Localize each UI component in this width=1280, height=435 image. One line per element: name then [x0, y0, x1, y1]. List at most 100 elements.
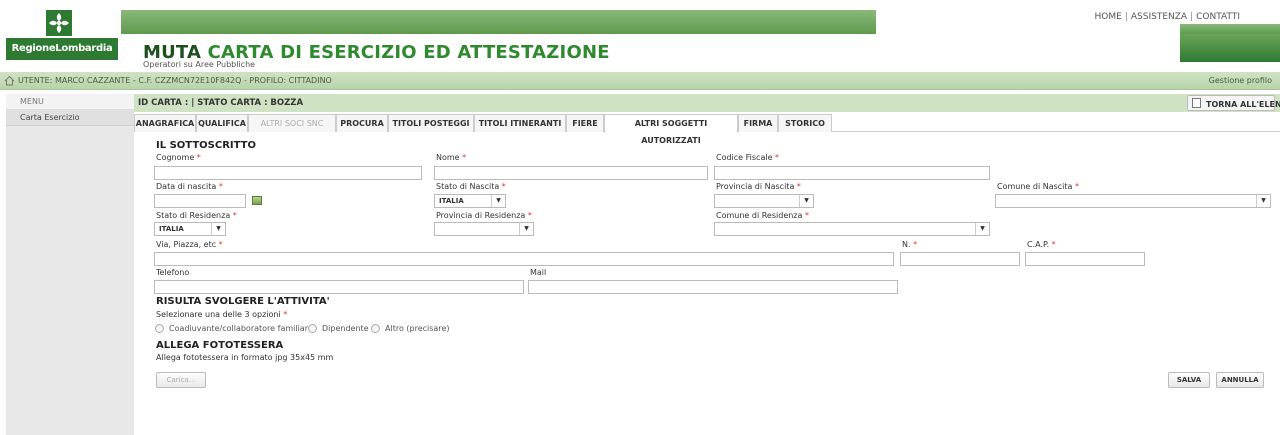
fototessera-hint: Allega fototessera in formato jpg 35x45 …: [156, 353, 334, 362]
radio-altro-label: Altro (precisare): [385, 324, 450, 333]
nome-input[interactable]: [434, 166, 708, 180]
telefono-label: Telefono: [156, 268, 190, 277]
cognome-label: Cognome *: [156, 153, 201, 162]
tab-anagrafica[interactable]: ANAGRAFICA: [134, 114, 196, 132]
tab-titoli-posteggi[interactable]: TITOLI POSTEGGI: [388, 114, 474, 132]
nome-label: Nome *: [436, 153, 466, 162]
save-button[interactable]: SALVA: [1168, 372, 1210, 388]
comune-nascita-label-text: Comune di Nascita: [997, 182, 1073, 191]
telefono-input[interactable]: [154, 280, 524, 294]
data-nascita-label-text: Data di nascita: [156, 182, 217, 191]
back-to-list-label: TORNA ALL'ELENCO: [1206, 100, 1280, 109]
upload-button[interactable]: Carica...: [156, 372, 206, 388]
tab-titoli-itineranti[interactable]: TITOLI ITINERANTI: [474, 114, 566, 132]
provincia-nascita-select[interactable]: ▼: [714, 194, 814, 208]
required-mark: *: [218, 182, 223, 191]
numero-label-text: N.: [902, 240, 911, 249]
numero-label: N. *: [902, 240, 917, 249]
radio-dipendente[interactable]: [308, 324, 317, 333]
radio-dipendente-label: Dipendente: [322, 324, 369, 333]
options-hint-text: Selezionare una delle 3 opzioni: [156, 310, 281, 319]
tab-procura[interactable]: PROCURA: [336, 114, 388, 132]
cap-label-text: C.A.P.: [1027, 240, 1050, 249]
tab-qualifica[interactable]: QUALIFICA: [196, 114, 248, 132]
cap-label: C.A.P. *: [1027, 240, 1056, 249]
provincia-residenza-label-text: Provincia di Residenza: [436, 211, 526, 220]
page-subtitle: Operatori su Aree Pubbliche: [143, 60, 256, 69]
nome-label-text: Nome: [436, 153, 460, 162]
required-mark: *: [501, 182, 506, 191]
required-mark: *: [796, 182, 801, 191]
user-info: UTENTE: MARCO CAZZANTE - C.F. CZZMCN72E1…: [18, 76, 332, 85]
sidebar-item-carta-esercizio[interactable]: Carta Esercizio: [6, 110, 134, 126]
data-nascita-label: Data di nascita *: [156, 182, 223, 191]
required-mark: *: [913, 240, 918, 249]
header-decor-bar: [121, 10, 876, 34]
tab-altri-soggetti-autorizzati[interactable]: ALTRI SOGGETTI AUTORIZZATI: [604, 114, 738, 145]
cancel-button[interactable]: ANNULLA: [1216, 372, 1264, 388]
codice-fiscale-input[interactable]: [714, 166, 990, 180]
section-risulta-svolgere: RISULTA SVOLGERE L'ATTIVITA': [156, 296, 330, 307]
home-user-icon: [4, 75, 15, 86]
tab-firma[interactable]: FIRMA: [738, 114, 778, 132]
via-input[interactable]: [154, 252, 894, 266]
required-mark: *: [1051, 240, 1056, 249]
user-bar: UTENTE: MARCO CAZZANTE - C.F. CZZMCN72E1…: [0, 72, 1280, 90]
stato-residenza-value: ITALIA: [159, 225, 184, 233]
tab-bar: ANAGRAFICA QUALIFICA ALTRI SOCI SNC PROC…: [134, 114, 1280, 145]
assistenza-link[interactable]: ASSISTENZA: [1131, 12, 1187, 22]
cognome-input[interactable]: [154, 166, 422, 180]
provincia-nascita-label: Provincia di Nascita *: [716, 182, 801, 191]
home-link[interactable]: HOME: [1095, 12, 1122, 22]
comune-residenza-select[interactable]: ▼: [714, 222, 990, 236]
tab-fiere[interactable]: FIERE: [566, 114, 604, 132]
calendar-icon[interactable]: [252, 196, 262, 205]
radio-altro[interactable]: [371, 324, 380, 333]
stato-residenza-label: Stato di Residenza *: [156, 211, 237, 220]
required-mark: *: [462, 153, 467, 162]
comune-residenza-label-text: Comune di Residenza: [716, 211, 803, 220]
comune-nascita-select[interactable]: ▼: [995, 194, 1271, 208]
cap-input[interactable]: [1025, 252, 1145, 266]
stato-nascita-label: Stato di Nascita *: [436, 182, 506, 191]
logo-text: RegioneLombardia: [6, 38, 118, 60]
mail-input[interactable]: [528, 280, 898, 294]
radio-coadiuvante-label: Coadiuvante/collaboratore familiare: [169, 324, 313, 333]
comune-nascita-label: Comune di Nascita *: [997, 182, 1079, 191]
gestione-profilo-link[interactable]: Gestione profilo: [1209, 76, 1272, 85]
chevron-down-icon: ▼: [519, 223, 533, 235]
back-to-list-button[interactable]: TORNA ALL'ELENCO: [1187, 95, 1280, 111]
regione-lombardia-logo[interactable]: RegioneLombardia: [6, 8, 118, 62]
provincia-nascita-label-text: Provincia di Nascita: [716, 182, 795, 191]
header-decor-right-dark: [1180, 34, 1280, 62]
chevron-down-icon: ▼: [211, 223, 225, 235]
via-label-text: Via, Piazza, etc: [156, 240, 217, 249]
logo-rose-icon: [46, 10, 72, 36]
list-icon: [1192, 98, 1201, 108]
chevron-down-icon: ▼: [975, 223, 989, 235]
required-mark: *: [283, 310, 288, 319]
via-label: Via, Piazza, etc *: [156, 240, 223, 249]
radio-coadiuvante[interactable]: [155, 324, 164, 333]
page: RegioneLombardia HOME | ASSISTENZA | CONTATT…: [0, 0, 1280, 435]
numero-input[interactable]: [900, 252, 1020, 266]
contatti-link[interactable]: CONTATTI: [1196, 12, 1240, 22]
data-nascita-input[interactable]: [154, 194, 246, 208]
required-mark: *: [804, 211, 809, 220]
provincia-residenza-select[interactable]: ▼: [434, 222, 534, 236]
options-hint: Selezionare una delle 3 opzioni *: [156, 310, 287, 319]
required-mark: *: [1074, 182, 1079, 191]
stato-nascita-select[interactable]: ITALIA ▼: [434, 194, 506, 208]
provincia-residenza-label: Provincia di Residenza *: [436, 211, 532, 220]
chevron-down-icon: ▼: [799, 195, 813, 207]
link-separator: |: [1124, 12, 1128, 22]
cognome-label-text: Cognome: [156, 153, 195, 162]
tab-storico[interactable]: STORICO: [778, 114, 832, 132]
section-il-sottoscritto: IL SOTTOSCRITTO: [156, 140, 256, 151]
stato-residenza-select[interactable]: ITALIA ▼: [154, 222, 226, 236]
sidebar-menu-label: MENU: [6, 94, 134, 110]
required-mark: *: [232, 211, 237, 220]
stato-residenza-label-text: Stato di Residenza: [156, 211, 231, 220]
codice-fiscale-label-text: Codice Fiscale: [716, 153, 773, 162]
title-part-2: CARTA DI ESERCIZIO ED ATTESTAZIONE: [207, 42, 610, 63]
